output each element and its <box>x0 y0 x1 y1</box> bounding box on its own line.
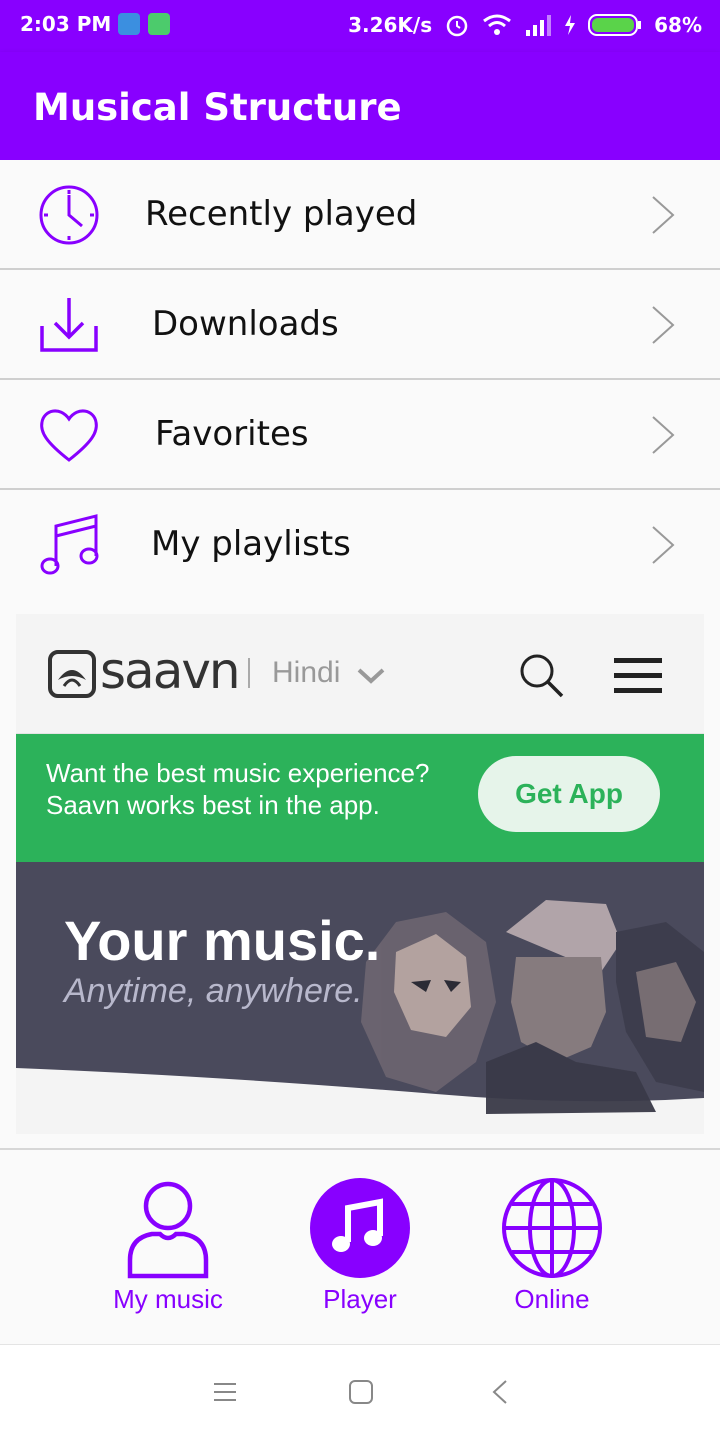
music-note-icon <box>40 514 99 575</box>
network-speed: 3.26K/s <box>348 13 433 37</box>
menu-icon[interactable] <box>614 658 662 694</box>
search-icon[interactable] <box>518 652 564 698</box>
chevron-right-icon <box>652 306 675 344</box>
usb-icon <box>118 13 140 35</box>
menu-item-label: My playlists <box>151 524 351 564</box>
chevron-right-icon <box>652 526 675 564</box>
language-selector[interactable]: Hindi <box>272 656 340 690</box>
hero-banner: Your music. Anytime, anywhere. <box>16 862 704 1134</box>
promo-line-1: Want the best music experience? <box>46 758 430 788</box>
chevron-right-icon <box>652 196 675 234</box>
charging-icon <box>565 15 576 35</box>
heart-icon <box>40 409 98 462</box>
back-icon[interactable] <box>488 1379 514 1405</box>
status-bar: 2:03 PM 3.26K/s 68% <box>0 0 720 52</box>
alarm-icon <box>446 15 468 37</box>
tab-label: Online <box>514 1284 590 1314</box>
system-navigation-bar <box>0 1344 720 1440</box>
recent-apps-icon[interactable] <box>212 1379 238 1405</box>
android-icon <box>148 13 170 35</box>
menu-item-label: Recently played <box>145 194 418 234</box>
music-note-icon <box>310 1178 410 1278</box>
wifi-icon <box>483 14 512 35</box>
saavn-header: saavn Hindi <box>16 614 704 734</box>
chevron-right-icon <box>652 416 675 454</box>
clock-icon <box>39 185 99 245</box>
home-icon[interactable] <box>348 1379 374 1405</box>
tab-my-music[interactable]: My music <box>98 1176 238 1315</box>
menu-item-downloads[interactable]: Downloads <box>0 270 720 380</box>
promo-banner: Want the best music experience? Saavn wo… <box>16 734 704 862</box>
globe-icon <box>502 1178 602 1278</box>
battery-icon <box>588 14 642 36</box>
status-time: 2:03 PM <box>20 12 112 36</box>
battery-percent: 68% <box>654 13 702 37</box>
app-title: Musical Structure <box>33 86 402 129</box>
get-app-button[interactable]: Get App <box>478 756 660 832</box>
menu-list: Recently played Downloads Favorites My p… <box>0 160 720 600</box>
download-icon <box>40 298 98 352</box>
chevron-down-icon[interactable] <box>356 666 386 686</box>
web-view[interactable]: saavn Hindi Want the best music experien… <box>16 614 704 1134</box>
hero-subtitle: Anytime, anywhere. <box>64 972 363 1010</box>
signal-icon <box>526 15 552 36</box>
promo-line-2: Saavn works best in the app. <box>46 790 380 820</box>
tab-label: My music <box>113 1284 223 1314</box>
menu-item-recently-played[interactable]: Recently played <box>0 160 720 270</box>
person-icon <box>127 1181 209 1279</box>
menu-item-label: Downloads <box>152 304 339 344</box>
menu-item-label: Favorites <box>155 414 309 454</box>
menu-item-my-playlists[interactable]: My playlists <box>0 490 720 600</box>
tab-online[interactable]: Online <box>482 1176 622 1315</box>
tab-player[interactable]: Player <box>290 1176 430 1315</box>
divider <box>248 658 250 688</box>
hero-title: Your music. <box>64 909 381 972</box>
saavn-logo-icon <box>48 650 96 698</box>
brand-name: saavn <box>100 642 241 700</box>
menu-item-favorites[interactable]: Favorites <box>0 380 720 490</box>
app-bar: Musical Structure <box>0 52 720 160</box>
tab-label: Player <box>323 1284 397 1314</box>
bottom-navigation: My music Player Online <box>0 1150 720 1344</box>
